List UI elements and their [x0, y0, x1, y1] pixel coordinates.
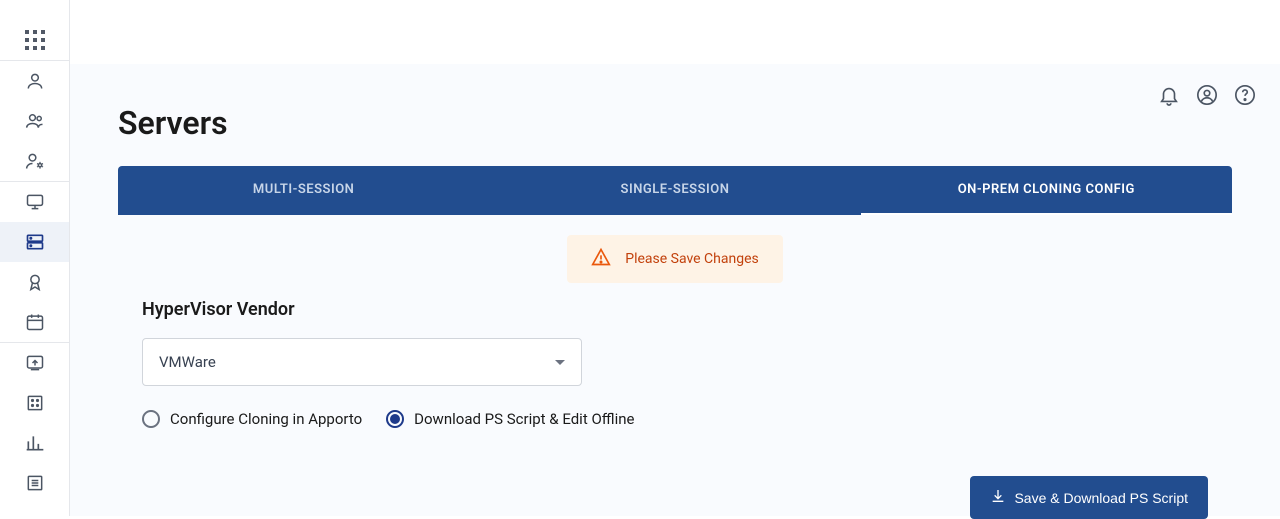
top-bar-actions: [1158, 84, 1256, 110]
chevron-down-icon: [555, 360, 565, 365]
sidebar-item-grid[interactable]: [0, 383, 69, 423]
tab-onprem-cloning[interactable]: ON-PREM CLONING CONFIG: [861, 166, 1232, 215]
account-icon[interactable]: [1196, 84, 1218, 110]
sidebar-item-users[interactable]: [0, 101, 69, 141]
sidebar-item-analytics[interactable]: [0, 423, 69, 463]
radio-download-script[interactable]: Download PS Script & Edit Offline: [386, 410, 634, 428]
warning-icon: [591, 247, 611, 271]
sidebar-item-servers[interactable]: [0, 222, 69, 262]
radio-label: Download PS Script & Edit Offline: [414, 410, 634, 428]
tab-label: SINGLE-SESSION: [621, 182, 730, 197]
radio-configure-apporto[interactable]: Configure Cloning in Apporto: [142, 410, 362, 428]
sidebar: [0, 0, 70, 516]
tab-single-session[interactable]: SINGLE-SESSION: [489, 166, 860, 215]
sidebar-item-user-settings[interactable]: [0, 141, 69, 181]
hypervisor-vendor-label: HyperVisor Vendor: [142, 299, 1208, 320]
save-download-button[interactable]: Save & Download PS Script: [970, 476, 1208, 519]
tab-bar: MULTI-SESSION SINGLE-SESSION ON-PREM CLO…: [118, 166, 1232, 215]
app-launcher-icon[interactable]: [0, 20, 69, 60]
help-icon[interactable]: [1234, 84, 1256, 110]
sidebar-item-calendar[interactable]: [0, 302, 69, 342]
button-label: Save & Download PS Script: [1014, 490, 1188, 506]
vendor-select[interactable]: VMWare: [142, 338, 582, 386]
sidebar-item-desktop[interactable]: [0, 182, 69, 222]
tab-label: ON-PREM CLONING CONFIG: [958, 182, 1135, 197]
save-changes-alert: Please Save Changes: [567, 235, 783, 283]
vendor-selected-value: VMWare: [159, 353, 216, 371]
radio-unchecked-icon: [142, 410, 160, 428]
radio-label: Configure Cloning in Apporto: [170, 410, 362, 428]
tab-multi-session[interactable]: MULTI-SESSION: [118, 166, 489, 215]
tab-label: MULTI-SESSION: [253, 182, 354, 197]
sidebar-item-award[interactable]: [0, 262, 69, 302]
cloning-mode-radios: Configure Cloning in Apporto Download PS…: [142, 410, 1208, 428]
sidebar-item-list[interactable]: [0, 463, 69, 503]
download-icon: [990, 488, 1006, 507]
alert-message: Please Save Changes: [625, 251, 759, 267]
sidebar-item-link[interactable]: [0, 343, 69, 383]
notification-icon[interactable]: [1158, 84, 1180, 110]
sidebar-item-user[interactable]: [0, 61, 69, 101]
main-content: Servers MULTI-SESSION SINGLE-SESSION ON-…: [70, 64, 1280, 516]
radio-checked-icon: [386, 410, 404, 428]
page-title: Servers: [118, 104, 1232, 142]
